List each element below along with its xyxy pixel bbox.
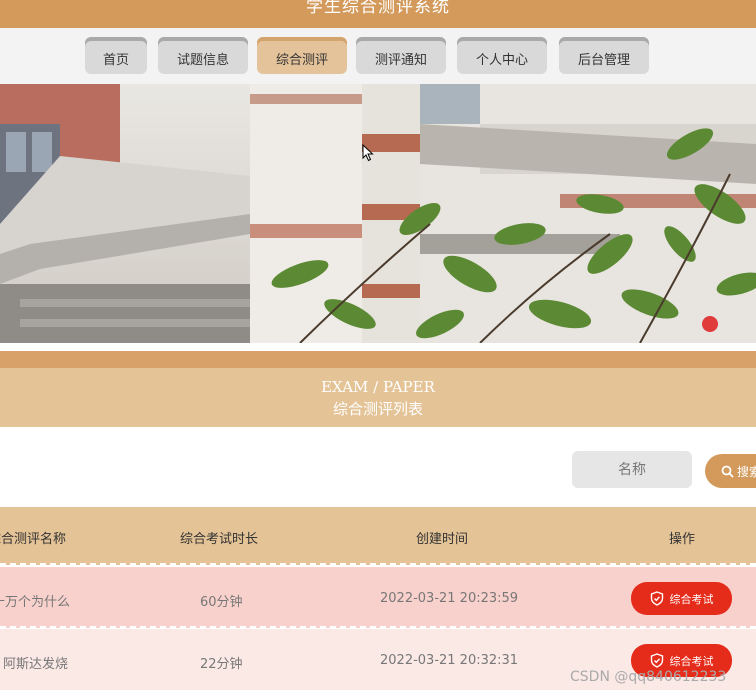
header-duration: 综合考试时长	[180, 532, 259, 547]
section-header: EXAM / PAPER 综合测评列表	[0, 368, 756, 427]
nav-question-info[interactable]: 试题信息	[158, 37, 248, 74]
banner-image	[0, 84, 756, 343]
start-exam-label: 综合考试	[669, 592, 714, 606]
nav-personal-center[interactable]: 个人中心	[457, 37, 547, 74]
header-name: 综合测评名称	[0, 532, 67, 547]
header-created: 创建时间	[416, 532, 469, 547]
mouse-cursor-icon	[362, 144, 374, 162]
search-icon	[721, 465, 734, 478]
search-button-label: 搜索	[737, 464, 756, 479]
main-nav: 首页 试题信息 综合测评 测评通知 个人中心 后台管理	[0, 28, 756, 84]
banner-illustration	[0, 84, 756, 343]
start-exam-button[interactable]: 综合考试	[631, 582, 732, 615]
watermark-text: CSDN @qq840612233	[570, 669, 727, 685]
section-title-en: EXAM / PAPER	[321, 378, 435, 396]
nav-admin[interactable]: 后台管理	[559, 37, 649, 74]
row-created: 2022-03-21 20:32:31	[380, 653, 519, 668]
row-name: 十万个为什么	[0, 595, 71, 610]
section-divider	[0, 351, 756, 368]
start-exam-label: 综合考试	[669, 654, 714, 668]
row-name: 阿斯达发烧	[3, 657, 69, 672]
nav-notice[interactable]: 测评通知	[356, 37, 446, 74]
row-duration: 60分钟	[200, 595, 243, 610]
search-button[interactable]: 搜索	[705, 454, 756, 488]
search-name-input[interactable]	[572, 451, 692, 488]
nav-evaluation[interactable]: 综合测评	[257, 37, 347, 74]
shield-check-icon	[650, 591, 663, 606]
top-title-bar: 学生综合测评系统	[0, 0, 756, 28]
nav-home[interactable]: 首页	[85, 37, 147, 74]
shield-check-icon	[650, 653, 663, 668]
table-row: 十万个为什么 60分钟 2022-03-21 20:23:59 综合考试	[0, 567, 756, 628]
row-duration: 22分钟	[200, 657, 243, 672]
section-title-zh: 综合测评列表	[332, 400, 423, 418]
header-action: 操作	[669, 532, 696, 547]
row-created: 2022-03-21 20:23:59	[380, 591, 519, 606]
table-header: 综合测评名称 综合考试时长 创建时间 操作	[0, 507, 756, 565]
app-title: 学生综合测评系统	[306, 0, 450, 17]
